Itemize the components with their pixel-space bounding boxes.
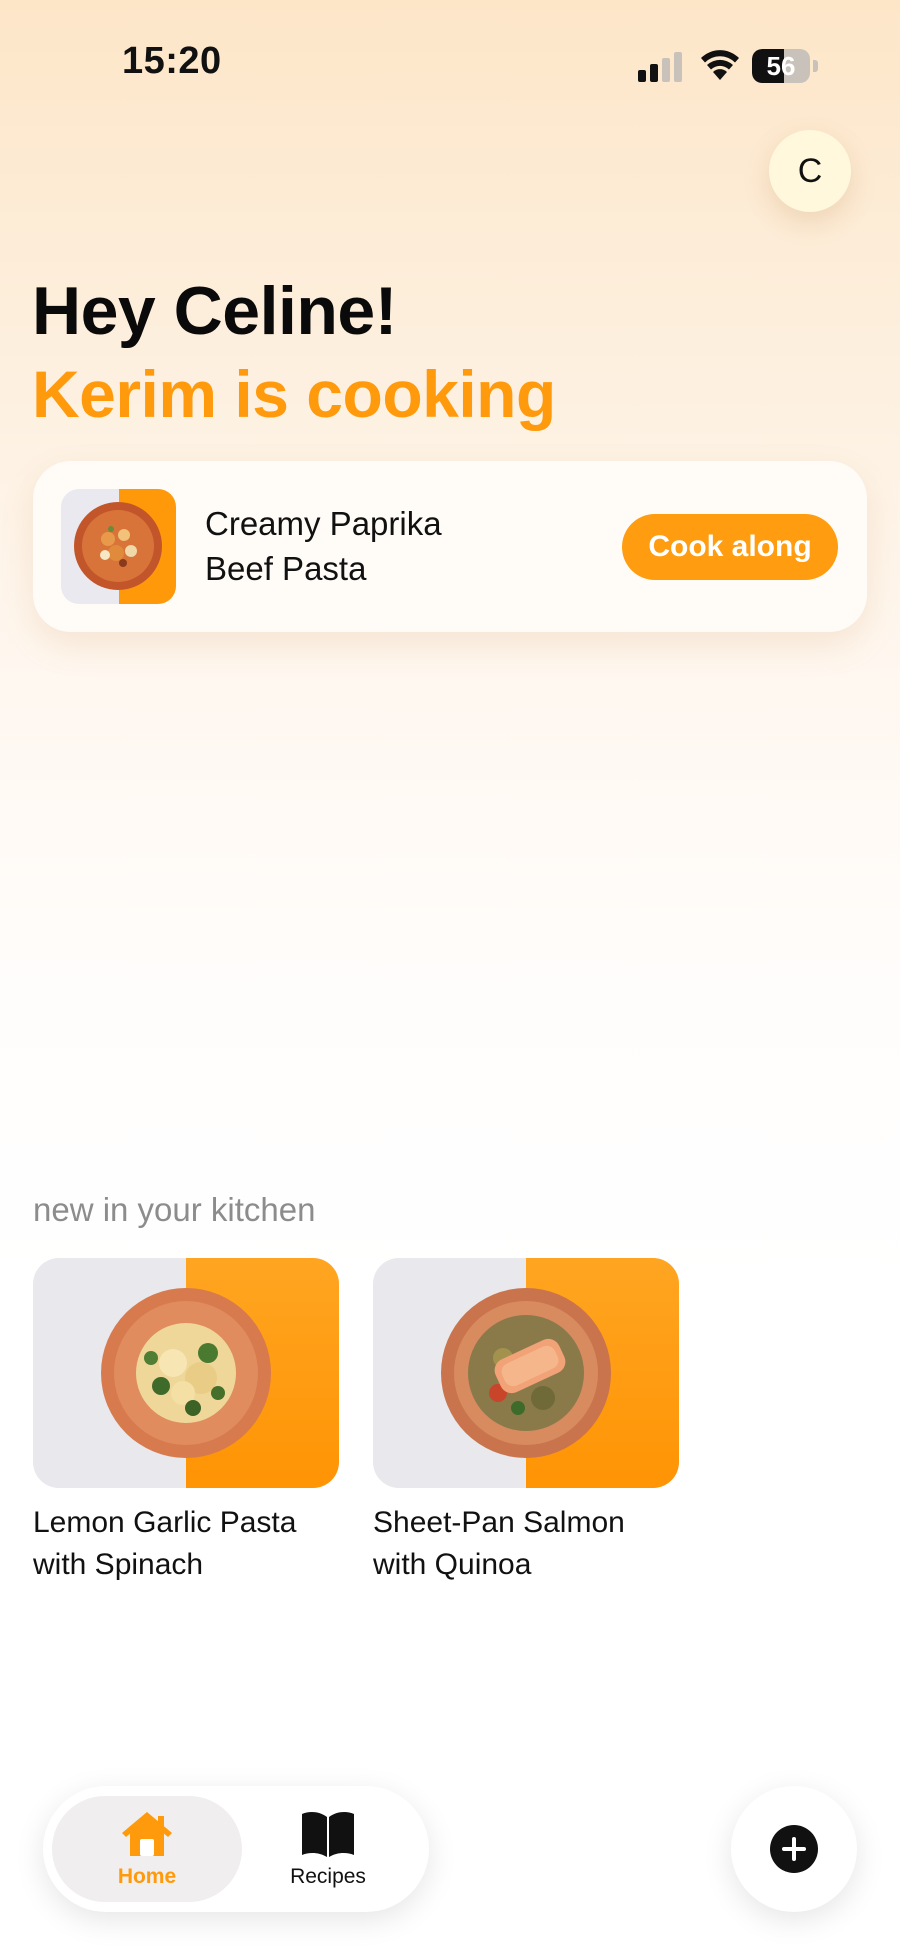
recipe-image	[373, 1258, 679, 1488]
recipe-card[interactable]: Sheet-Pan Salmon with Quinoa	[373, 1258, 679, 1586]
battery-level: 56	[766, 51, 796, 81]
profile-avatar[interactable]: C	[769, 130, 851, 212]
tab-recipes[interactable]: Recipes	[233, 1796, 423, 1902]
recipe-title-line-1: Sheet-Pan Salmon	[373, 1506, 625, 1539]
status-time: 15:20	[122, 40, 222, 82]
recipe-title-line-2: with Quinoa	[373, 1548, 532, 1581]
tab-home-label: Home	[117, 1865, 177, 1888]
now-cooking-card[interactable]: Creamy Paprika Beef Pasta Cook along	[33, 461, 867, 632]
signal-icon	[638, 52, 682, 82]
cooking-status-heading: Kerim is cooking	[32, 357, 556, 431]
now-cooking-recipe-title: Creamy Paprika Beef Pasta	[205, 501, 505, 591]
battery-icon: 56	[752, 49, 818, 83]
recipe-title: Sheet-Pan Salmon with Quinoa	[373, 1502, 679, 1586]
section-title: new in your kitchen	[33, 1191, 316, 1228]
tab-recipes-label: Recipes	[290, 1865, 366, 1888]
recipe-title-line-2: with Spinach	[33, 1548, 204, 1581]
add-button[interactable]	[731, 1786, 857, 1912]
recipe-card[interactable]: Lemon Garlic Pasta with Spinach	[33, 1258, 339, 1586]
home-icon	[122, 1812, 172, 1856]
greeting-heading: Hey Celine!	[32, 273, 397, 349]
tab-bar: Home Recipes	[43, 1786, 429, 1912]
book-icon	[302, 1812, 354, 1857]
recipe-thumbnail	[61, 489, 176, 604]
recipe-title-line-2: Beef Pasta	[205, 550, 367, 587]
cook-along-button[interactable]: Cook along	[622, 514, 838, 580]
plus-icon	[770, 1825, 818, 1873]
recipe-image	[33, 1258, 339, 1488]
tab-home[interactable]: Home	[52, 1796, 242, 1902]
recipe-title-line-1: Creamy Paprika	[205, 505, 442, 542]
recipe-title: Lemon Garlic Pasta with Spinach	[33, 1502, 339, 1586]
wifi-icon	[701, 50, 739, 80]
recipe-title-line-1: Lemon Garlic Pasta	[33, 1506, 297, 1539]
